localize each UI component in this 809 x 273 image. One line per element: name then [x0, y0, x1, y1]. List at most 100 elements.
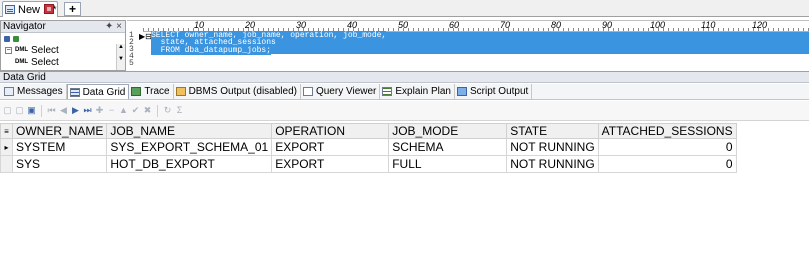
lock-icon[interactable]: ▢ [3, 106, 12, 115]
toolbar-separator [157, 104, 158, 117]
tab-dbms-output[interactable]: DBMS Output (disabled) [174, 84, 301, 99]
table-cell[interactable]: EXPORT [271, 155, 390, 173]
table-cell[interactable]: SYS_EXPORT_SCHEMA_01 [106, 138, 273, 156]
ruler-tick: 90 [602, 20, 613, 30]
unlock-icon[interactable]: ▢ [15, 106, 24, 115]
ruler-tick: 10 [194, 20, 205, 30]
tab-data-grid[interactable]: Data Grid [66, 84, 130, 99]
ruler-tick: 40 [347, 20, 358, 30]
table-cell[interactable]: NOT RUNNING [506, 138, 599, 156]
collapse-icon[interactable]: − [5, 46, 12, 54]
tab-query-viewer[interactable]: Query Viewer [301, 84, 381, 99]
column-header[interactable]: STATE [506, 123, 599, 139]
column-header[interactable]: JOB_MODE [388, 123, 508, 139]
table-cell[interactable]: SYS [11, 155, 108, 173]
ruler-tick: 50 [398, 20, 409, 30]
first-record-icon[interactable]: ⏮ [47, 106, 56, 115]
data-grid-panel-title: Data Grid [0, 71, 809, 83]
row-header[interactable] [0, 155, 13, 173]
navigator-title: Navigator [3, 21, 46, 32]
navigator-header: Navigator ✦ × [1, 21, 125, 33]
ruler-tick: 110 [701, 20, 716, 30]
add-tab-button[interactable]: + [64, 2, 81, 16]
table-cell[interactable]: FULL [388, 155, 508, 173]
refresh-icon[interactable]: ↻ [163, 106, 172, 115]
dbms-output-icon [175, 87, 186, 96]
post-edit-icon[interactable]: ✔ [131, 106, 140, 115]
select-all-header-icon[interactable]: ≡ [0, 123, 13, 139]
navigator-scrollbar[interactable]: ▲ ▼ [116, 44, 125, 70]
prior-record-icon[interactable]: ◀ [59, 106, 68, 115]
ruler-tick: 120 [752, 20, 768, 30]
tab-label: Messages [17, 86, 63, 97]
column-header[interactable]: JOB_NAME [106, 123, 273, 139]
table-cell[interactable]: HOT_DB_EXPORT [106, 155, 273, 173]
table-cell[interactable]: NOT RUNNING [506, 155, 599, 173]
ruler-tick: 70 [500, 20, 511, 30]
navigator-item-select[interactable]: − DML Select [1, 44, 125, 56]
tab-explain-plan[interactable]: Explain Plan [380, 84, 455, 99]
result-tabs: Messages Data Grid Trace DBMS Output (di… [0, 84, 809, 100]
refresh-icon[interactable] [4, 35, 10, 42]
ruler-tick: 30 [296, 20, 307, 30]
tab-label: Trace [144, 86, 170, 97]
toolbar-separator [41, 104, 42, 117]
delete-record-icon[interactable]: − [107, 106, 116, 115]
table-cell[interactable]: SCHEMA [388, 138, 508, 156]
sql-file-icon [5, 5, 15, 14]
explain-plan-icon [382, 87, 393, 96]
table-row[interactable]: SYS HOT_DB_EXPORT EXPORT FULL NOT RUNNIN… [0, 155, 737, 173]
code-text: FROM dba_datapump_jobs; [151, 45, 272, 55]
grid-icon [69, 87, 80, 97]
table-row[interactable]: ▸ SYSTEM SYS_EXPORT_SCHEMA_01 EXPORT SCH… [0, 138, 737, 156]
table-cell[interactable]: EXPORT [271, 138, 390, 156]
tab-label: DBMS Output (disabled) [188, 86, 297, 97]
document-tab-new-1[interactable]: New 1 * [2, 1, 58, 17]
tab-messages[interactable]: Messages [2, 84, 67, 99]
next-record-icon[interactable]: ▶ [71, 106, 80, 115]
last-record-icon[interactable]: ⏭ [83, 106, 92, 115]
query-viewer-icon [302, 87, 313, 96]
trace-icon [131, 87, 142, 96]
close-tab-icon[interactable] [44, 4, 54, 14]
dml-badge: DML [15, 59, 28, 65]
tab-script-output[interactable]: Script Output [455, 84, 533, 99]
results-table[interactable]: ≡ OWNER_NAME JOB_NAME OPERATION JOB_MODE… [0, 123, 737, 173]
line-number-gutter: 1 2 3 4 5 [127, 32, 139, 72]
code-line: FROM dba_datapump_jobs; [151, 45, 809, 55]
table-cell[interactable]: 0 [597, 138, 737, 156]
navigator-pin-close-icons[interactable]: ✦ × [105, 21, 122, 33]
tab-trace[interactable]: Trace [129, 84, 174, 99]
ruler-tick: 80 [551, 20, 562, 30]
column-header[interactable]: OWNER_NAME [11, 123, 108, 139]
navigator-tree: − DML Select DML Select ▲ ▼ [1, 44, 125, 70]
table-cell[interactable]: SYSTEM [11, 138, 108, 156]
tab-label: Script Output [469, 86, 529, 97]
ruler-tick: 20 [245, 20, 256, 30]
script-output-icon [456, 87, 467, 96]
current-row-indicator-icon[interactable]: ▸ [0, 138, 13, 156]
table-header-row: ≡ OWNER_NAME JOB_NAME OPERATION JOB_MODE… [0, 123, 737, 139]
column-header[interactable]: ATTACHED_SESSIONS [597, 123, 737, 139]
filter-icon[interactable] [13, 35, 19, 42]
sum-icon[interactable]: Σ [175, 106, 184, 115]
cancel-edit-icon[interactable]: ✖ [143, 106, 152, 115]
edit-record-icon[interactable]: ▲ [119, 106, 128, 115]
navigator-item-select-child[interactable]: DML Select [1, 56, 125, 68]
tab-label: Query Viewer [315, 86, 377, 97]
code-area[interactable]: SELECT owner_name, job_name, operation, … [151, 31, 809, 69]
column-header[interactable]: OPERATION [271, 123, 390, 139]
navigator-toolbar [1, 33, 125, 44]
tab-label: Explain Plan [395, 86, 451, 97]
sql-editor[interactable]: 10 20 30 40 50 60 70 80 90 100 110 120 1… [127, 20, 809, 71]
navigator-item-label: Select [31, 44, 59, 56]
line-markers: ▶⊟ [139, 32, 152, 41]
table-cell[interactable]: 0 [597, 155, 737, 173]
insert-record-icon[interactable]: ✚ [95, 106, 104, 115]
grid-toolbar: ▢ ▢ ▣ ⏮ ◀ ▶ ⏭ ✚ − ▲ ✔ ✖ ↻ Σ [0, 101, 809, 121]
find-icon[interactable]: ▣ [27, 106, 36, 115]
navigator-item-label: Select [31, 56, 59, 68]
document-tab-bar: New 1 * + [0, 0, 809, 17]
